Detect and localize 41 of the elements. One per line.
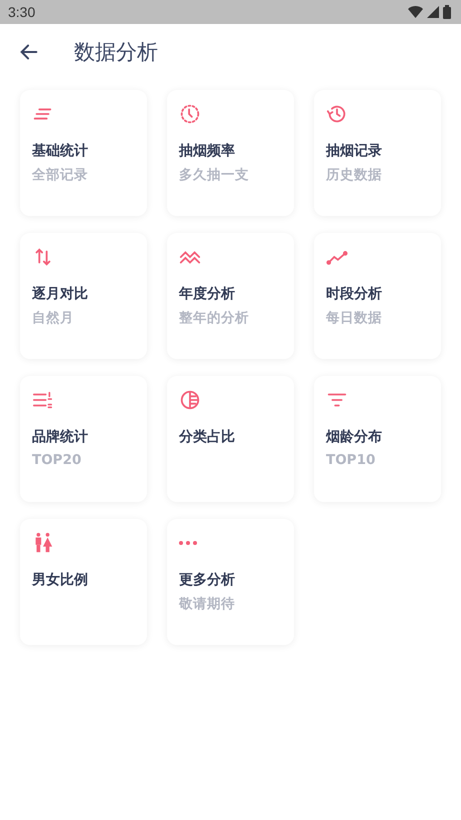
card-subtitle: 每日数据 [326,309,383,327]
card-subtitle: 敬请期待 [179,595,236,613]
signal-icon [427,6,439,18]
card-subtitle: TOP10 [326,452,376,468]
clock-icon [179,103,201,125]
card-title: 烟龄分布 [326,428,383,446]
analysis-card[interactable]: 更多分析 敬请期待 [167,519,294,645]
card-title: 抽烟频率 [179,142,236,160]
card-title: 更多分析 [179,571,236,589]
battery-icon [443,5,451,19]
card-subtitle: 全部记录 [32,166,89,184]
half-circle-icon [179,389,201,411]
status-time: 3:30 [8,4,36,20]
analysis-card[interactable]: 抽烟记录 历史数据 [314,90,441,216]
analysis-card[interactable]: 男女比例 [20,519,147,645]
wifi-icon [408,6,423,18]
card-title: 年度分析 [179,285,236,303]
analysis-card[interactable]: 抽烟频率 多久抽一支 [167,90,294,216]
analysis-card[interactable]: 年度分析 整年的分析 [167,233,294,359]
analysis-card[interactable]: 时段分析 每日数据 [314,233,441,359]
card-title: 时段分析 [326,285,383,303]
card-subtitle: 历史数据 [326,166,383,184]
card-title: 逐月对比 [32,285,89,303]
card-subtitle: 多久抽一支 [179,166,250,184]
analysis-card[interactable]: 烟龄分布 TOP10 [314,376,441,502]
analysis-card[interactable]: 品牌统计 TOP20 [20,376,147,502]
card-subtitle: 自然月 [32,309,75,327]
history-icon [326,103,348,125]
card-subtitle: 整年的分析 [179,309,250,327]
card-title: 基础统计 [32,142,89,160]
analysis-card[interactable]: 逐月对比 自然月 [20,233,147,359]
card-title: 男女比例 [32,571,89,589]
card-title: 抽烟记录 [326,142,383,160]
page-title: 数据分析 [74,39,158,66]
card-subtitle: TOP20 [32,452,82,468]
more-icon [179,541,197,545]
card-title: 分类占比 [179,428,236,446]
numbered-list-icon [32,389,54,411]
analysis-card[interactable]: 分类占比 [167,376,294,502]
analysis-card[interactable]: 基础统计 全部记录 [20,90,147,216]
card-title: 品牌统计 [32,428,89,446]
